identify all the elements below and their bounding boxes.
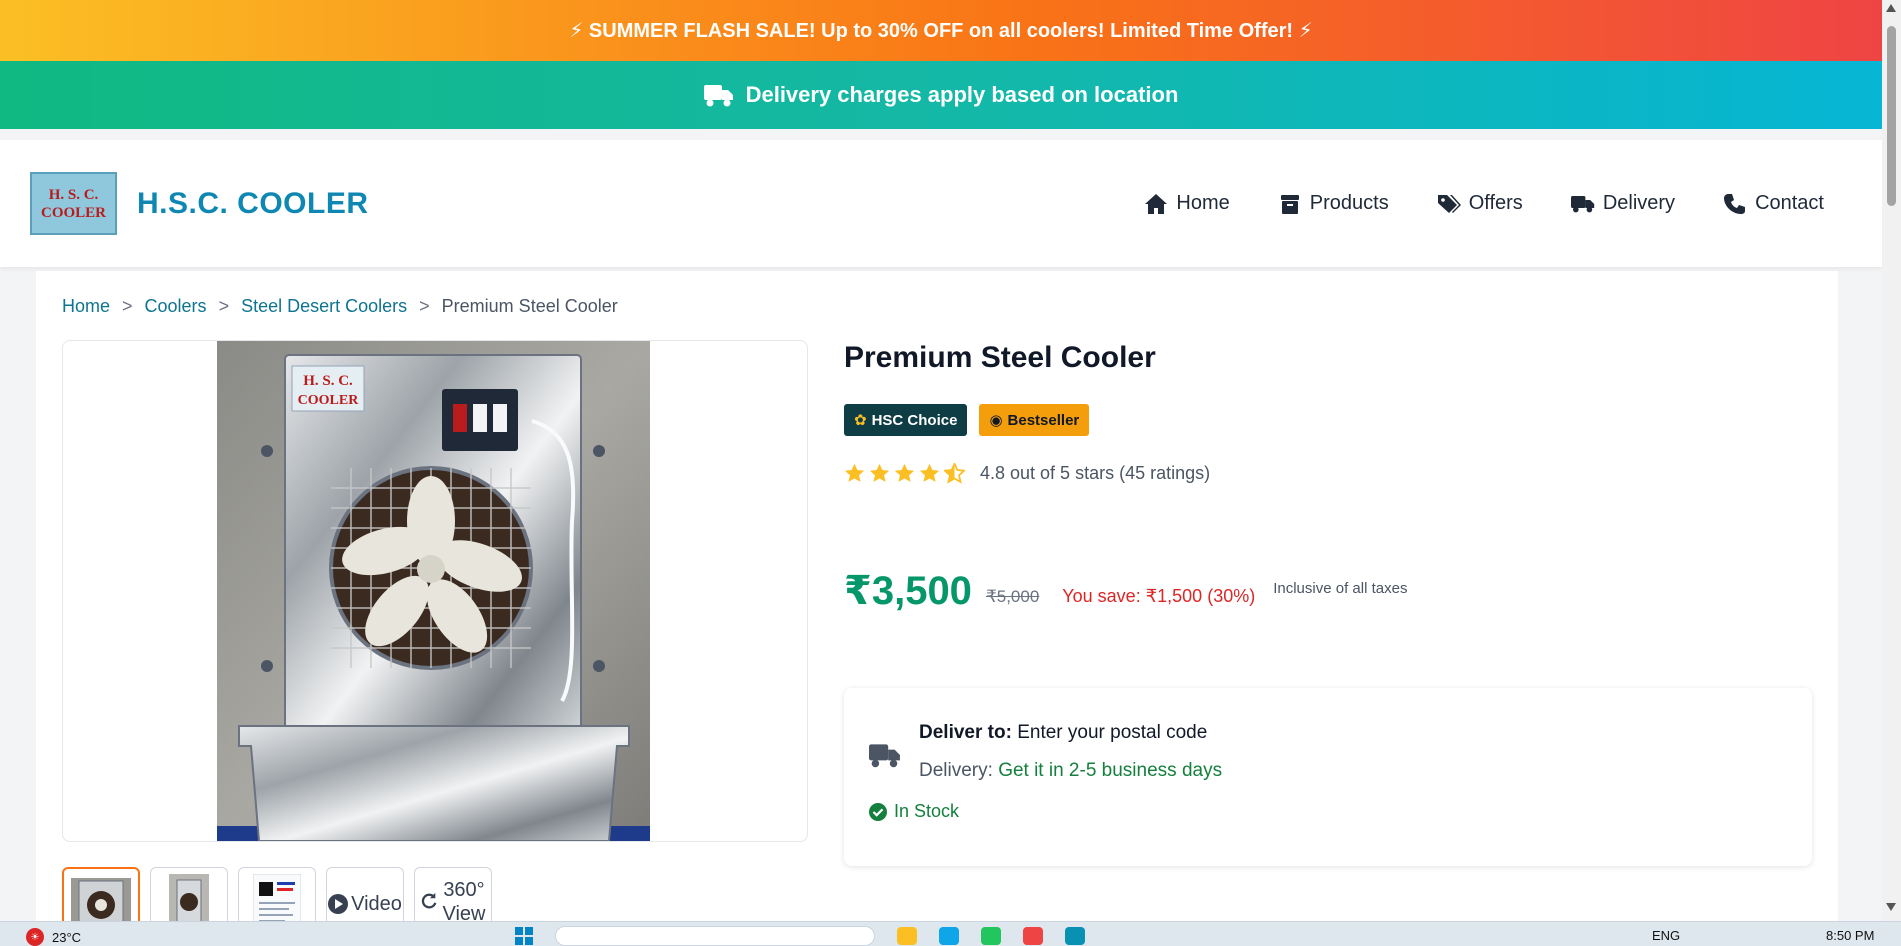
star-half-icon [944,463,965,484]
price-row: ₹3,500 ₹5,000 You save: ₹1,500 (30%) Inc… [844,568,1407,614]
product-photo: H. S. C. COOLER [217,341,650,841]
language-indicator[interactable]: ENG [1652,928,1680,943]
delivery-estimate: Get it in 2-5 business days [998,760,1223,781]
flash-sale-text: ⚡ SUMMER FLASH SALE! Up to 30% OFF on al… [569,20,1313,42]
edge-icon[interactable] [1065,927,1085,945]
tags-icon [1437,194,1461,213]
scroll-thumb[interactable] [1887,26,1896,206]
main-nav: Home Products Offers Delivery Contact [1144,140,1824,267]
postal-code-prompt[interactable]: Enter your postal code [1017,722,1207,743]
site-header: H. S. C. COOLER H.S.C. COOLER Home Produ… [0,140,1882,267]
nav-home[interactable]: Home [1144,192,1230,215]
breadcrumb-coolers[interactable]: Coolers [145,296,207,317]
nav-products[interactable]: Products [1278,192,1389,215]
nav-contact-label: Contact [1755,192,1824,214]
product-badges: ✿ HSC Choice ◉ Bestseller [844,404,1090,436]
fire-icon: ◉ [989,412,1003,429]
product-page: Home > Coolers > Steel Desert Coolers > … [36,271,1838,946]
truck-icon [703,85,733,107]
stock-status: In Stock [869,801,959,822]
breadcrumb-steel-desert-coolers[interactable]: Steel Desert Coolers [241,296,407,317]
breadcrumb-separator: > [122,296,133,316]
breadcrumb-home[interactable]: Home [62,296,110,317]
logo-line1: H. S. C. [48,186,99,203]
scroll-down-arrow[interactable] [1886,903,1896,911]
deliver-to-row[interactable]: Deliver to: Enter your postal code [919,722,1207,744]
nav-contact[interactable]: Contact [1723,192,1824,215]
chrome-icon[interactable] [1023,927,1043,945]
nav-home-label: Home [1176,192,1230,214]
rotate-icon [421,892,437,909]
home-icon [1145,193,1168,214]
star-rating [844,463,965,484]
thumbnail-video-label: Video [351,892,402,915]
scroll-up-arrow[interactable] [1886,4,1896,12]
rating-text: 4.8 out of 5 stars (45 ratings) [980,463,1211,483]
current-price: ₹3,500 [844,569,972,613]
delivery-card: Deliver to: Enter your postal code Deliv… [844,688,1812,866]
product-title: Premium Steel Cooler [844,341,1156,374]
weather-widget[interactable]: ☀ 23°C [26,928,81,946]
hsc-choice-label: HSC Choice [871,411,958,429]
breadcrumb-separator: > [419,296,430,316]
delivery-banner: Delivery charges apply based on location [0,61,1882,129]
site-logo[interactable]: H. S. C. COOLER [30,172,117,235]
play-icon [328,894,349,914]
nav-offers-label: Offers [1468,192,1523,214]
breadcrumb: Home > Coolers > Steel Desert Coolers > … [62,296,618,317]
stock-label: In Stock [894,801,960,821]
page-scrollbar[interactable] [1882,0,1901,921]
phone-icon [1724,193,1746,214]
flash-sale-banner: ⚡ SUMMER FLASH SALE! Up to 30% OFF on al… [0,0,1882,61]
delivery-label: Delivery: [919,760,993,781]
hsc-choice-badge: ✿ HSC Choice [844,404,968,436]
tax-note: Inclusive of all taxes [1273,580,1408,597]
bestseller-badge: ◉ Bestseller [979,404,1090,436]
star-icon [919,463,940,482]
breadcrumb-current: Premium Steel Cooler [441,296,618,316]
file-explorer-icon[interactable] [897,927,917,945]
product-rating[interactable]: 4.8 out of 5 stars (45 ratings) [844,463,1210,484]
box-icon [1280,194,1299,214]
savings-text: You save: ₹1,500 (30%) [1062,586,1256,606]
nav-products-label: Products [1309,192,1389,214]
windows-start-icon[interactable] [515,927,533,945]
photo-logo-line1: H. S. C. [303,373,353,389]
truck-icon [1570,195,1595,212]
clock[interactable]: 8:50 PM [1826,928,1874,943]
product-image-frame[interactable]: H. S. C. COOLER [62,340,808,842]
thumbnail-360-label: 360° View [442,879,486,925]
app-icon[interactable] [981,927,1001,945]
breadcrumb-separator: > [218,296,230,316]
taskbar-apps [515,926,1085,946]
nav-delivery[interactable]: Delivery [1570,192,1676,215]
check-circle-icon [869,802,887,821]
star-icon [869,463,890,482]
browser-icon[interactable] [939,927,959,945]
weather-icon: ☀ [26,928,44,946]
photo-logo-line2: COOLER [298,393,360,408]
truck-icon [869,744,900,768]
nav-delivery-label: Delivery [1602,192,1676,214]
brand-name[interactable]: H.S.C. COOLER [137,187,369,221]
bestseller-label: Bestseller [1007,411,1080,429]
star-icon [894,463,915,482]
logo-line2: COOLER [40,204,106,221]
weather-temp: 23°C [52,929,82,945]
delivery-banner-text: Delivery charges apply based on location [745,82,1179,107]
star-icon [844,463,865,482]
deliver-to-label: Deliver to: [919,722,1012,743]
original-price: ₹5,000 [985,587,1040,606]
delivery-time-row: Delivery: Get it in 2-5 business days [919,760,1222,782]
os-taskbar: ☀ 23°C ENG 8:50 PM [0,921,1901,946]
award-icon: ✿ [854,412,867,429]
taskbar-search[interactable] [555,926,875,946]
nav-offers[interactable]: Offers [1437,192,1523,215]
